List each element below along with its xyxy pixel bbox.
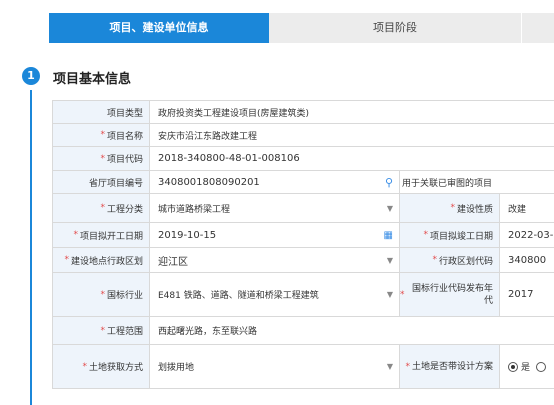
form-row: * 土地获取方式 划拨用地 ▼ * 土地是否带设计方案 是 [52, 345, 554, 389]
dropdown-arrow-icon: ▼ [386, 362, 393, 371]
section-timeline-line [30, 90, 32, 405]
project-info-form: 项目类型 政府投资类工程建设项目(房屋建筑类) * 项目名称 安庆市沿江东路改建工… [52, 100, 554, 389]
section-number-badge: 1 [22, 67, 40, 85]
radio-no[interactable] [536, 361, 547, 372]
form-row: 省厅项目编号 3408001808090201 ⚲ 用于关联已审图的项目 [52, 171, 554, 194]
form-row: * 项目代码 2018-340800-48-01-008106 [52, 147, 554, 171]
end-date-label: * 项目拟竣工日期 [399, 223, 499, 247]
form-row: * 建设地点行政区划 迎江区 ▼ * 行政区划代码 340800 [52, 248, 554, 273]
tab-more[interactable] [522, 13, 554, 43]
project-code-field[interactable]: 2018-340800-48-01-008106 [149, 147, 554, 170]
tab-project-stage[interactable]: 项目阶段 [269, 13, 522, 43]
project-name-field[interactable]: 安庆市沿江东路改建工程 [149, 124, 554, 146]
district-select[interactable]: 迎江区 ▼ [149, 248, 399, 272]
form-row: 项目类型 政府投资类工程建设项目(房屋建筑类) [52, 101, 554, 124]
start-date-label: * 项目拟开工日期 [52, 223, 149, 247]
project-type-label: 项目类型 [52, 101, 149, 123]
district-code-value: 340800 [499, 248, 554, 272]
project-name-label: * 项目名称 [52, 124, 149, 146]
end-date-field[interactable]: 2022-03-0 [499, 223, 554, 247]
dropdown-arrow-icon: ▼ [386, 203, 393, 213]
radio-yes-label: 是 [521, 363, 531, 373]
province-code-label: 省厅项目编号 [52, 171, 149, 193]
start-date-field[interactable]: 2019-10-15 ▦ [149, 223, 399, 247]
land-method-label: * 土地获取方式 [52, 345, 149, 388]
industry-label: * 国标行业 [52, 273, 149, 316]
tab-bar: 项目、建设单位信息 项目阶段 [49, 13, 554, 43]
tab-project-unit-info[interactable]: 项目、建设单位信息 [49, 13, 269, 43]
industry-year-value[interactable]: 2017 [499, 273, 554, 316]
province-code-field[interactable]: 3408001808090201 ⚲ [149, 171, 399, 193]
form-row: * 工程分类 城市道路桥梁工程 ▼ * 建设性质 改建 [52, 194, 554, 223]
form-row: * 工程范围 西起曙光路，东至联兴路 [52, 317, 554, 345]
land-method-select[interactable]: 划拨用地 ▼ [149, 345, 399, 388]
scope-field[interactable]: 西起曙光路，东至联兴路 [149, 317, 554, 344]
dropdown-arrow-icon: ▼ [386, 255, 393, 265]
form-row: * 国标行业 E481 铁路、道路、隧道和桥梁工程建筑 ▼ * 国标行业代码发布年代 … [52, 273, 554, 317]
province-code-hint: 用于关联已审图的项目 [399, 171, 554, 193]
project-type-value: 政府投资类工程建设项目(房屋建筑类) [149, 101, 554, 123]
industry-select[interactable]: E481 铁路、道路、隧道和桥梁工程建筑 ▼ [149, 273, 399, 316]
design-plan-label: * 土地是否带设计方案 [399, 345, 499, 388]
engineering-category-label: * 工程分类 [52, 194, 149, 222]
project-code-label: * 项目代码 [52, 147, 149, 170]
construction-nature-label: * 建设性质 [399, 194, 499, 222]
radio-yes[interactable] [508, 361, 518, 372]
district-code-label: * 行政区划代码 [399, 248, 499, 272]
section-title: 项目基本信息 [53, 72, 132, 87]
district-label: * 建设地点行政区划 [52, 248, 149, 272]
industry-year-label: * 国标行业代码发布年代 [399, 273, 499, 316]
design-plan-radio-group: 是 [499, 345, 554, 388]
calendar-icon[interactable]: ▦ [384, 230, 393, 241]
scope-label: * 工程范围 [52, 317, 149, 344]
form-row: * 项目名称 安庆市沿江东路改建工程 [52, 124, 554, 147]
engineering-category-select[interactable]: 城市道路桥梁工程 ▼ [149, 194, 399, 222]
form-row: *项目拟开工日期 2019-10-15▦ *项目拟竣工日期 2022-03-0 [52, 223, 554, 248]
dropdown-arrow-icon: ▼ [386, 290, 393, 299]
search-icon[interactable]: ⚲ [385, 176, 393, 189]
construction-nature-value[interactable]: 改建 [499, 194, 554, 222]
